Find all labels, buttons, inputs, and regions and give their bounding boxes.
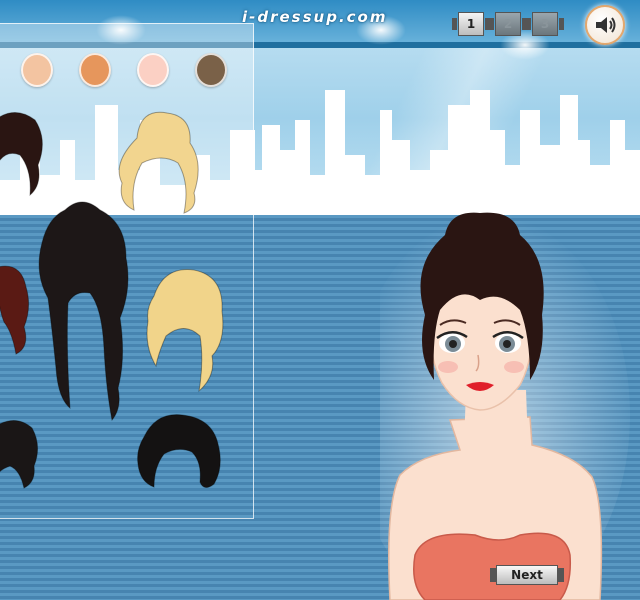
hair-option-black-curly-short[interactable] — [134, 412, 224, 494]
site-logo[interactable]: i-dressup.com — [242, 8, 387, 26]
page-button-3[interactable]: 3 — [526, 12, 564, 36]
hair-option-black-long-bun[interactable] — [30, 198, 134, 423]
next-button[interactable]: Next — [490, 565, 564, 585]
speaker-icon — [596, 17, 616, 33]
doll-model — [380, 212, 630, 600]
page-button-1[interactable]: 1 — [452, 12, 490, 36]
skin-swatch-2[interactable] — [79, 53, 111, 87]
skin-swatch-1[interactable] — [21, 53, 53, 87]
skin-swatch-4[interactable] — [195, 53, 227, 87]
sound-toggle-button[interactable] — [585, 5, 625, 45]
hair-option-dark-wavy[interactable] — [0, 110, 50, 200]
next-button-label: Next — [496, 565, 558, 585]
page-selector: 1 2 3 — [452, 12, 569, 36]
game-stage: i-dressup.com 1 2 3 Next — [0, 0, 640, 600]
hair-option-blonde-bob[interactable] — [144, 266, 228, 396]
page-button-2[interactable]: 2 — [489, 12, 527, 36]
window-reflection — [300, 48, 640, 208]
skin-swatch-3[interactable] — [137, 53, 169, 87]
hair-option-black-curly-left[interactable] — [0, 418, 42, 490]
next-button-right-cap — [558, 568, 564, 582]
